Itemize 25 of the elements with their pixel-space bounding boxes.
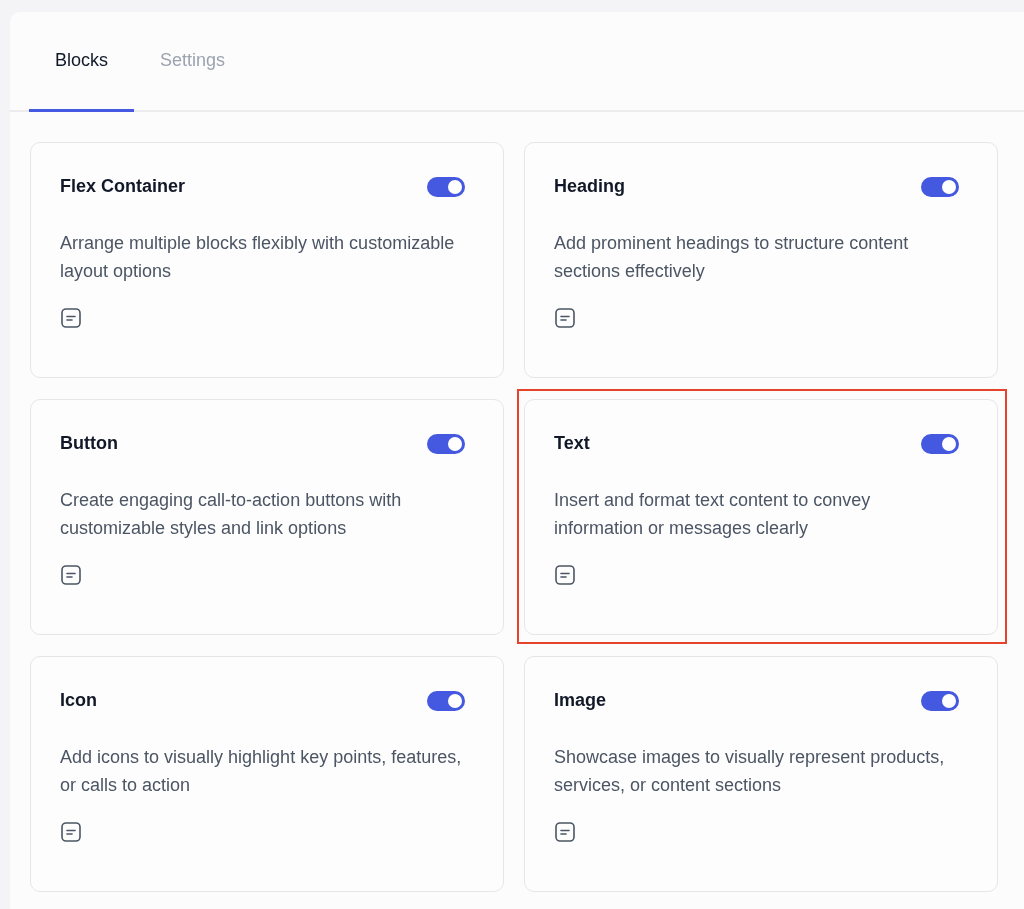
document-icon[interactable] <box>60 821 82 843</box>
block-description: Showcase images to visually represent products, services, or content sections <box>554 746 946 797</box>
document-icon[interactable] <box>60 564 82 586</box>
document-icon[interactable] <box>60 307 82 329</box>
document-icon[interactable] <box>554 564 576 586</box>
block-description: Add prominent headings to structure content sections effectively <box>554 232 910 283</box>
toggle-switch[interactable] <box>921 176 959 197</box>
block-title: Heading <box>554 176 625 197</box>
tab[interactable]: Blocks <box>29 12 134 112</box>
block-title: Text <box>554 433 590 454</box>
toggle-switch[interactable] <box>427 433 465 454</box>
block-title: Flex Container <box>60 176 186 197</box>
block-title: Button <box>60 433 118 454</box>
block-title: Image <box>554 690 607 711</box>
toggle-switch[interactable] <box>427 176 465 197</box>
block-title: Icon <box>60 690 97 711</box>
block-description: Arrange multiple blocks flexibly with customizable layout options <box>60 232 456 283</box>
toggle-switch[interactable] <box>921 690 959 711</box>
toggle-switch[interactable] <box>427 690 465 711</box>
document-icon[interactable] <box>554 307 576 329</box>
block-description: Add icons to visually highlight key points, features, or calls to action <box>60 746 463 797</box>
block-description: Insert and format text content to convey information or messages clearly <box>554 489 872 540</box>
document-icon[interactable] <box>554 821 576 843</box>
block-description: Create engaging call-to-action buttons with customizable styles and link options <box>60 489 403 540</box>
toggle-switch[interactable] <box>921 433 959 454</box>
